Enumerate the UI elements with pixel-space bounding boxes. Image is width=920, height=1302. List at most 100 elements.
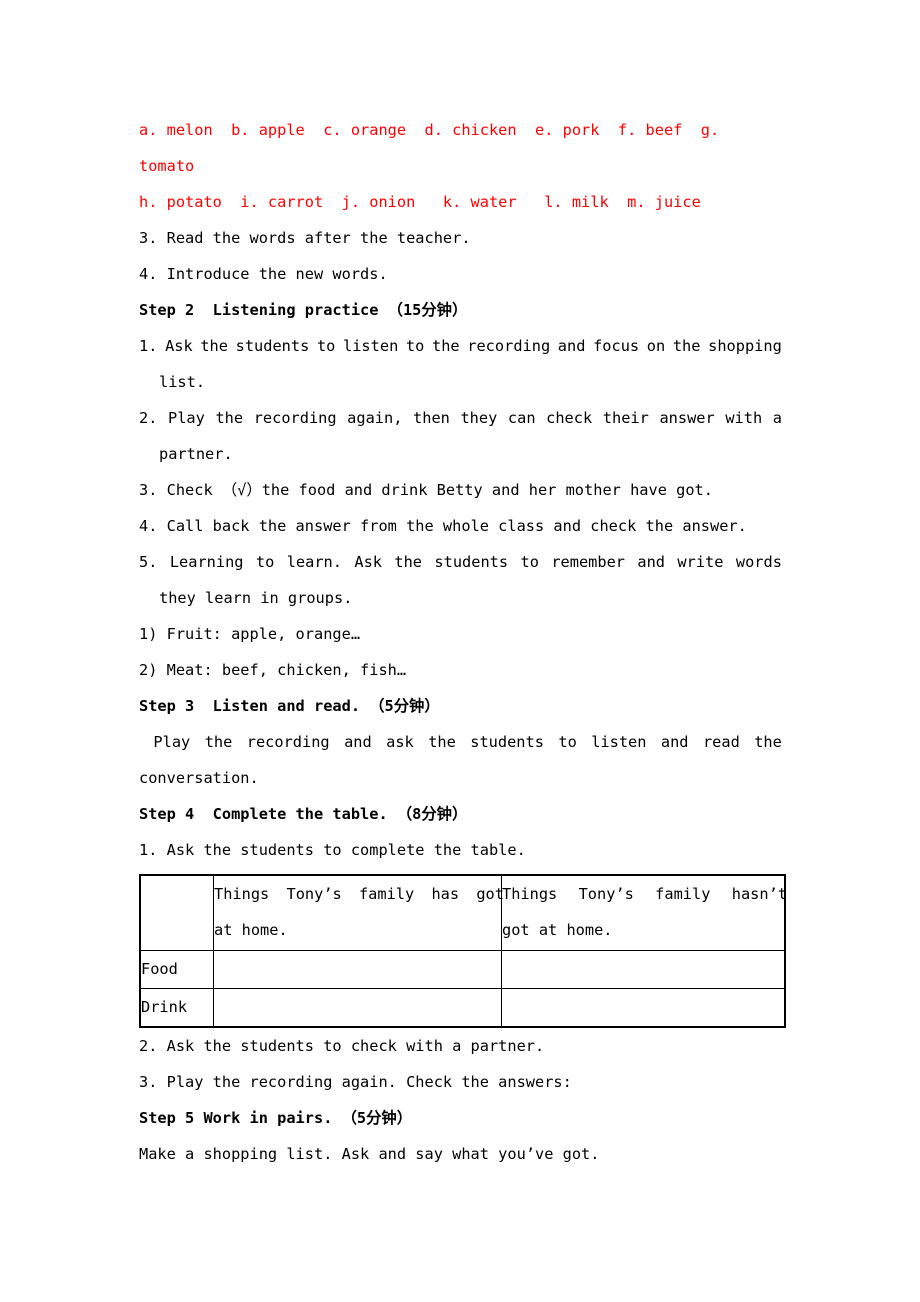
justified-word: check (546, 409, 593, 427)
table-header-row: Things Tony’s family has got at home. Things… (139, 874, 787, 951)
table-header-hasnt-got-line-1: Things Tony’s family hasn’t (502, 876, 787, 912)
top-margin (139, 0, 782, 112)
vocabulary-line-3: h. potato i. carrot j. onion k. water l.… (139, 193, 701, 211)
justified-word: the (431, 337, 460, 355)
step5-body: Make a shopping list. Ask and say what y… (139, 1145, 600, 1163)
vocabulary-line-1: a. melon b. apple c. orange d. chicken e… (139, 121, 720, 139)
justified-word: their (602, 409, 649, 427)
step4-item-1: 1. Ask the students to complete the tabl… (139, 841, 526, 859)
justified-word: write (677, 553, 724, 571)
justified-word: on (646, 337, 666, 355)
justified-word: got (476, 885, 504, 903)
justified-word: Ask (165, 337, 193, 355)
justified-word: recording (253, 409, 337, 427)
justified-word: to (405, 337, 425, 355)
justified-word: answer (659, 409, 715, 427)
table-cell-drink-has-got[interactable] (213, 988, 502, 1028)
list-item-introduce-words: 4. Introduce the new words. (139, 265, 388, 283)
table-row-label-text: Food (141, 960, 178, 978)
step2-sub-item-meat: 2) Meat: beef, chicken, fish… (139, 661, 407, 679)
list-item-read-words: 3. Read the words after the teacher. (139, 229, 471, 247)
justified-word: learn. (286, 553, 342, 571)
justified-word: the (428, 733, 456, 751)
justified-word: then (413, 409, 450, 427)
heading-step-4: Step 4 Complete the table. （8分钟） (139, 805, 468, 823)
justified-word: to (520, 553, 539, 571)
justified-word: focus (593, 337, 640, 355)
justified-word: the (754, 733, 782, 751)
justified-word: recording (467, 337, 551, 355)
justified-word: has (431, 885, 460, 903)
justified-word: 2. (139, 409, 158, 427)
table-row: Drink (139, 988, 786, 1028)
step2-sub-item-fruit: 1) Fruit: apple, orange… (139, 625, 361, 643)
justified-word: Tony’s (578, 885, 634, 903)
step2-item-4: 4. Call back the answer from the whole c… (139, 517, 747, 535)
justified-word: and (557, 337, 586, 355)
justified-word: the (672, 337, 701, 355)
table-header-hasnt-got-line-2: got at home. (502, 921, 613, 939)
justified-word: Things (214, 885, 270, 903)
justified-word: listen (591, 733, 647, 751)
heading-step-3: Step 3 Listen and read. （5分钟） (139, 697, 440, 715)
justified-word: the (200, 337, 228, 355)
step3-body-line-1: Play the recording and ask the students to liste… (139, 724, 782, 760)
justified-word: hasn’t (731, 885, 787, 903)
justified-word: family (358, 885, 415, 903)
table-row: Food (139, 950, 786, 989)
step2-item-3: 3. Check （√）the food and drink Betty and… (139, 481, 713, 499)
justified-word: and (344, 733, 372, 751)
table-cell-food-has-got[interactable] (213, 950, 502, 989)
justified-word: to (558, 733, 577, 751)
justified-word: listen (343, 337, 399, 355)
justified-word: with (725, 409, 763, 427)
justified-word: again, (347, 409, 403, 427)
justified-word: can (507, 409, 536, 427)
justified-word: students (235, 337, 310, 355)
step2-item-5-line-2: they learn in groups. (159, 589, 353, 607)
justified-word: and (660, 733, 689, 751)
justified-word: recording (246, 733, 330, 751)
justified-word: they (460, 409, 498, 427)
justified-word: Learning (169, 553, 244, 571)
justified-word: Tony’s (286, 885, 342, 903)
table-row-label-food: Food (139, 950, 214, 989)
justified-word: to (255, 553, 275, 571)
step2-item-5-line-1: 5. Learning to learn. Ask the students to rememb… (139, 544, 782, 580)
step2-item-2-line-2: partner. (159, 445, 233, 463)
justified-word: Ask (354, 553, 382, 571)
justified-word: read (702, 733, 740, 751)
justified-word: family (655, 885, 711, 903)
table-cell-drink-hasnt-got[interactable] (501, 988, 786, 1028)
justified-word: students (470, 733, 544, 751)
step4-item-3: 3. Play the recording again. Check the a… (139, 1073, 572, 1091)
justified-word: the (215, 409, 244, 427)
table-header-has-got-line-2: at home. (214, 921, 288, 939)
table-header-hasnt-got-text: Things Tony’s family hasn’t got at home. (502, 876, 787, 948)
justified-word: 5. (139, 553, 158, 571)
justified-word: Play (168, 409, 205, 427)
justified-word: the (204, 733, 233, 751)
justified-word: Play (153, 733, 191, 751)
table-wrapper: Things Tony’s family has got at home. Things… (139, 874, 787, 1028)
justified-word: 1. (139, 337, 158, 355)
table-row-label-text: Drink (141, 998, 188, 1016)
justified-word: words (735, 553, 782, 571)
justified-word: a (772, 409, 782, 427)
step4-item-2: 2. Ask the students to check with a part… (139, 1037, 545, 1055)
step3-body-line-2: conversation. (139, 769, 259, 787)
step2-item-1-line-1: 1. Ask the students to listen to the recording an… (139, 328, 782, 364)
table-header-has-got-line-1: Things Tony’s family has got (214, 876, 504, 912)
table-header-corner-cell (139, 874, 214, 951)
table-header-has-got-cell: Things Tony’s family has got at home. (213, 874, 504, 951)
justified-word: and (637, 553, 666, 571)
table-cell-food-hasnt-got[interactable] (501, 950, 786, 989)
step2-item-1-line-2: list. (159, 373, 206, 391)
table-header-has-got-text: Things Tony’s family has got at home. (214, 876, 504, 948)
table-header-hasnt-got-cell: Things Tony’s family hasn’t got at home. (501, 874, 787, 951)
heading-step-5: Step 5 Work in pairs. （5分钟） (139, 1109, 413, 1127)
justified-word: shopping (708, 337, 782, 355)
justified-word: Things (502, 885, 558, 903)
table-row-label-drink: Drink (139, 988, 214, 1028)
vocabulary-line-2: tomato (139, 157, 195, 175)
